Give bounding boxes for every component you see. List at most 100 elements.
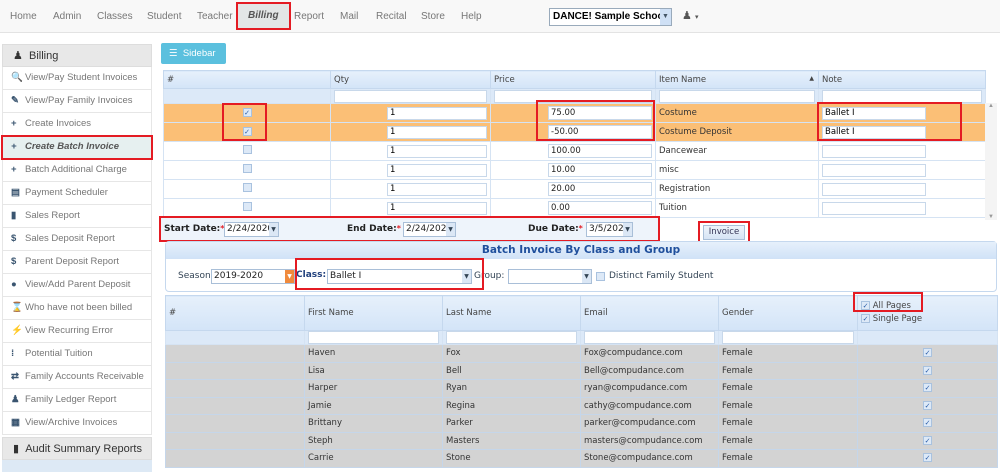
note-input[interactable] — [822, 144, 926, 158]
column-header-number[interactable]: # — [163, 70, 331, 89]
row-checkbox[interactable]: ✓ — [242, 108, 252, 117]
gender-filter[interactable] — [722, 331, 854, 344]
item-row[interactable]: ✓ 75.00 Costume — [163, 103, 986, 123]
note-input[interactable] — [822, 201, 926, 215]
row-checkbox[interactable]: ✓ — [242, 127, 252, 136]
sidebar-item-sales-report[interactable]: ▮ Sales Report — [2, 205, 152, 228]
item-row[interactable]: 0.00 Tuition — [163, 198, 986, 218]
row-checkbox[interactable] — [242, 145, 252, 154]
student-checkbox[interactable]: ✓ — [923, 348, 932, 358]
nav-help[interactable]: Help — [461, 11, 482, 22]
all-pages-checkbox[interactable]: ✓ — [861, 301, 870, 310]
price-input[interactable]: 0.00 — [548, 201, 652, 215]
sidebar-item-view-add-parent-deposit[interactable]: ● View/Add Parent Deposit — [2, 274, 152, 297]
nav-billing[interactable]: Billing — [236, 2, 291, 30]
student-row[interactable]: Harper Ryan ryan@compudance.com Female ✓ — [165, 379, 998, 398]
user-menu[interactable]: ♟ ▾ — [682, 9, 698, 22]
nav-student[interactable]: Student — [147, 11, 181, 22]
first-name-filter[interactable] — [308, 331, 439, 344]
qty-input[interactable] — [387, 201, 487, 215]
column-header-email[interactable]: Email — [580, 295, 719, 331]
student-checkbox[interactable]: ✓ — [923, 453, 932, 463]
column-header-note[interactable]: Note — [818, 70, 986, 89]
nav-mail[interactable]: Mail — [340, 11, 358, 22]
item-name-filter[interactable] — [659, 89, 815, 103]
school-select[interactable]: DANCE! Sample School ▼ — [549, 8, 672, 26]
note-input[interactable] — [822, 163, 926, 177]
invoice-button[interactable]: Invoice — [703, 225, 745, 240]
price-filter[interactable] — [494, 89, 652, 103]
price-input[interactable]: 10.00 — [548, 163, 652, 177]
qty-input[interactable] — [387, 125, 487, 139]
student-checkbox[interactable]: ✓ — [923, 418, 932, 428]
nav-store[interactable]: Store — [421, 11, 445, 22]
qty-input[interactable] — [387, 106, 487, 120]
qty-filter[interactable] — [334, 89, 487, 103]
end-date-input[interactable]: 2/24/2020 ▼ — [403, 222, 456, 237]
last-name-filter[interactable] — [446, 331, 577, 344]
student-checkbox[interactable]: ✓ — [923, 400, 932, 410]
row-checkbox[interactable] — [242, 202, 252, 211]
student-row[interactable]: Jamie Regina cathy@compudance.com Female… — [165, 396, 998, 415]
student-row[interactable]: Haven Fox Fox@compudance.com Female ✓ — [165, 344, 998, 363]
sidebar-item-create-batch-invoice[interactable]: + Create Batch Invoice — [1, 135, 153, 160]
nav-report[interactable]: Report — [294, 11, 324, 22]
sidebar-item-family-accounts-receivable[interactable]: ⇄ Family Accounts Receivable — [2, 366, 152, 389]
distinct-family-checkbox[interactable] — [596, 272, 605, 281]
student-row[interactable]: Steph Masters masters@compudance.com Fem… — [165, 431, 998, 450]
student-row[interactable]: Brittany Parker parker@compudance.com Fe… — [165, 414, 998, 433]
item-row[interactable]: ✓ -50.00 Costume Deposit — [163, 122, 986, 142]
item-row[interactable]: 10.00 misc — [163, 160, 986, 180]
column-header-first-name[interactable]: First Name — [304, 295, 443, 331]
row-checkbox[interactable] — [242, 164, 252, 173]
price-input[interactable]: 100.00 — [548, 144, 652, 158]
sidebar-item-view-pay-student-invoices[interactable]: 🔍 View/Pay Student Invoices — [2, 67, 152, 90]
sidebar-item-view-recurring-error[interactable]: ⚡ View Recurring Error — [2, 320, 152, 343]
sidebar-item-batch-additional-charge[interactable]: + Batch Additional Charge — [2, 159, 152, 182]
student-row[interactable]: Carrie Stone Stone@compudance.com Female… — [165, 449, 998, 468]
column-header-number[interactable]: # — [165, 295, 305, 331]
nav-classes[interactable]: Classes — [97, 11, 133, 22]
due-date-input[interactable]: 3/5/2020 ▼ — [586, 222, 633, 237]
column-header-item-name[interactable]: Item Name ▲ — [655, 70, 819, 89]
class-select[interactable]: Ballet I ▼ — [327, 269, 472, 284]
note-input[interactable] — [822, 182, 926, 196]
row-checkbox[interactable] — [242, 183, 252, 192]
note-filter[interactable] — [822, 89, 982, 103]
student-row[interactable]: Lisa Bell Bell@compudance.com Female ✓ — [165, 361, 998, 380]
qty-input[interactable] — [387, 182, 487, 196]
sidebar-toggle-button[interactable]: ☰ Sidebar — [161, 43, 226, 64]
items-scrollbar[interactable]: ▲ ▼ — [985, 103, 997, 220]
student-checkbox[interactable]: ✓ — [923, 383, 932, 393]
sidebar-item-sales-deposit-report[interactable]: $ Sales Deposit Report — [2, 228, 152, 251]
price-input[interactable]: 75.00 — [548, 106, 652, 120]
sidebar-header-billing[interactable]: ♟ Billing — [2, 44, 152, 67]
sidebar-item-potential-tuition[interactable]: ⁞ Potential Tuition — [2, 343, 152, 366]
sidebar-item-parent-deposit-report[interactable]: $ Parent Deposit Report — [2, 251, 152, 274]
student-checkbox[interactable]: ✓ — [923, 435, 932, 445]
column-header-last-name[interactable]: Last Name — [442, 295, 581, 331]
column-header-gender[interactable]: Gender — [718, 295, 858, 331]
sidebar-item-family-ledger-report[interactable]: ♟ Family Ledger Report — [2, 389, 152, 412]
sidebar-item-create-invoices[interactable]: + Create Invoices — [2, 113, 152, 136]
nav-home[interactable]: Home — [10, 11, 37, 22]
student-checkbox[interactable]: ✓ — [923, 365, 932, 375]
sidebar-item-view-pay-family-invoices[interactable]: ✎ View/Pay Family Invoices — [2, 90, 152, 113]
nav-admin[interactable]: Admin — [53, 11, 81, 22]
price-input[interactable]: -50.00 — [548, 125, 652, 139]
start-date-input[interactable]: 2/24/2020 ▼ — [224, 222, 279, 237]
single-page-checkbox[interactable]: ✓ — [861, 314, 870, 323]
price-input[interactable]: 20.00 — [548, 182, 652, 196]
qty-input[interactable] — [387, 163, 487, 177]
note-input[interactable] — [822, 106, 926, 120]
sidebar-item-payment-scheduler[interactable]: ▤ Payment Scheduler — [2, 182, 152, 205]
nav-teacher[interactable]: Teacher — [197, 11, 233, 22]
column-header-qty[interactable]: Qty — [330, 70, 491, 89]
item-row[interactable]: 20.00 Registration — [163, 179, 986, 199]
item-row[interactable]: 100.00 Dancewear — [163, 141, 986, 161]
group-select[interactable]: ▼ — [508, 269, 592, 284]
nav-recital[interactable]: Recital — [376, 11, 407, 22]
column-header-price[interactable]: Price — [490, 70, 656, 89]
season-select[interactable]: 2019-2020 ▼ — [211, 269, 295, 284]
sidebar-item-who-have-not-been-billed[interactable]: ⌛ Who have not been billed — [2, 297, 152, 320]
